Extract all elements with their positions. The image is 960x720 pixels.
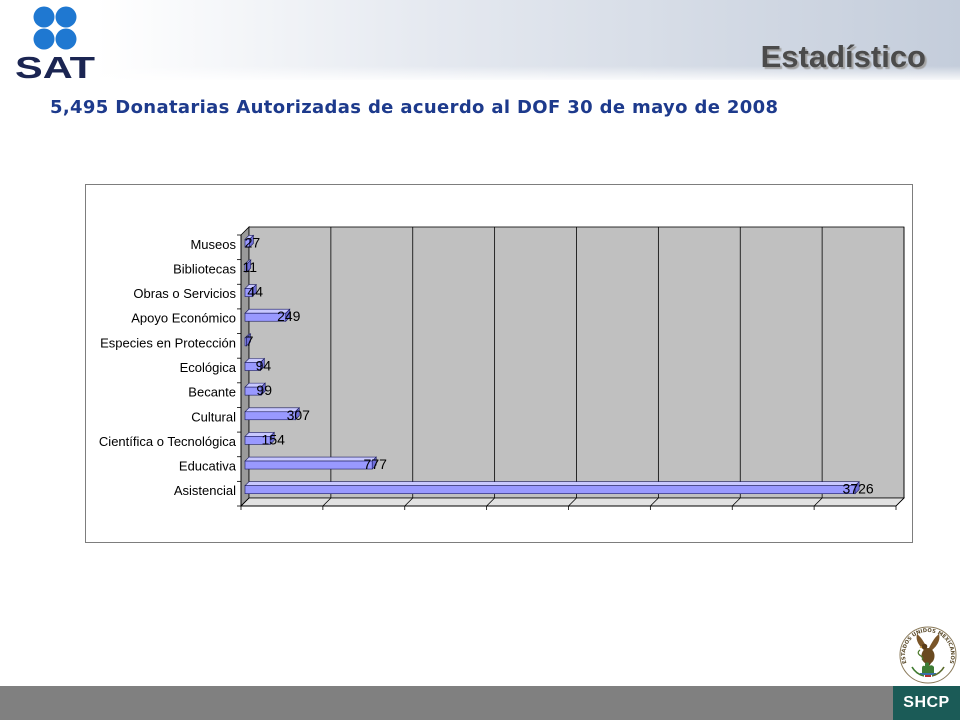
data-label: 307	[287, 407, 311, 423]
slide: SAT Estadístico 5,495 Donatarias Autoriz…	[0, 0, 960, 720]
data-label: 11	[243, 259, 258, 275]
coat-of-arms-seal: ESTADOS UNIDOS MEXICANOS	[899, 626, 957, 684]
ribbon-icon	[925, 675, 931, 677]
bar-top	[244, 481, 860, 486]
category-label: Asistencial	[174, 483, 236, 498]
data-label: 249	[277, 308, 301, 324]
slide-title: Estadístico	[760, 39, 926, 74]
data-label: 27	[245, 234, 261, 250]
logo-dot	[55, 28, 77, 50]
data-label: 7	[246, 333, 254, 349]
slide-subtitle: 5,495 Donatarias Autorizadas de acuerdo …	[50, 97, 779, 118]
category-label: Apoyo Económico	[131, 311, 236, 326]
logo-dot	[33, 28, 55, 50]
category-label: Cultural	[191, 409, 236, 424]
category-label: Museos	[190, 237, 236, 252]
shcp-logo: SHCP	[893, 686, 960, 720]
bar-top	[244, 456, 377, 462]
logo-dot	[33, 6, 55, 28]
bar	[244, 460, 373, 470]
category-label: Ecológica	[180, 360, 237, 375]
logo-dot	[55, 6, 77, 28]
data-label: 154	[262, 431, 286, 447]
bar	[244, 485, 856, 494]
category-label: Especies en Protección	[100, 335, 236, 350]
category-label: Obras o Servicios	[133, 286, 236, 301]
data-label: 777	[364, 456, 388, 472]
footer-bar	[0, 686, 960, 720]
logo-text: SAT	[15, 50, 95, 82]
category-label: Científica o Tecnológica	[99, 434, 237, 449]
bar-chart: Museos 27 Bibliotecas 11 Obras o Servicios 44…	[99, 226, 905, 510]
bar-group	[244, 456, 377, 470]
data-label: 99	[256, 382, 272, 398]
category-label: Becante	[188, 385, 236, 400]
data-label: 44	[247, 284, 263, 300]
shcp-text: SHCP	[903, 694, 950, 711]
data-label: 94	[256, 358, 272, 374]
bar-group	[244, 480, 860, 495]
category-label: Bibliotecas	[173, 261, 236, 276]
chart-container: Museos 27 Bibliotecas 11 Obras o Servicios 44…	[85, 184, 913, 543]
category-label: Educativa	[179, 459, 237, 474]
sat-logo: SAT	[15, 6, 95, 82]
data-label: 3726	[843, 481, 874, 497]
